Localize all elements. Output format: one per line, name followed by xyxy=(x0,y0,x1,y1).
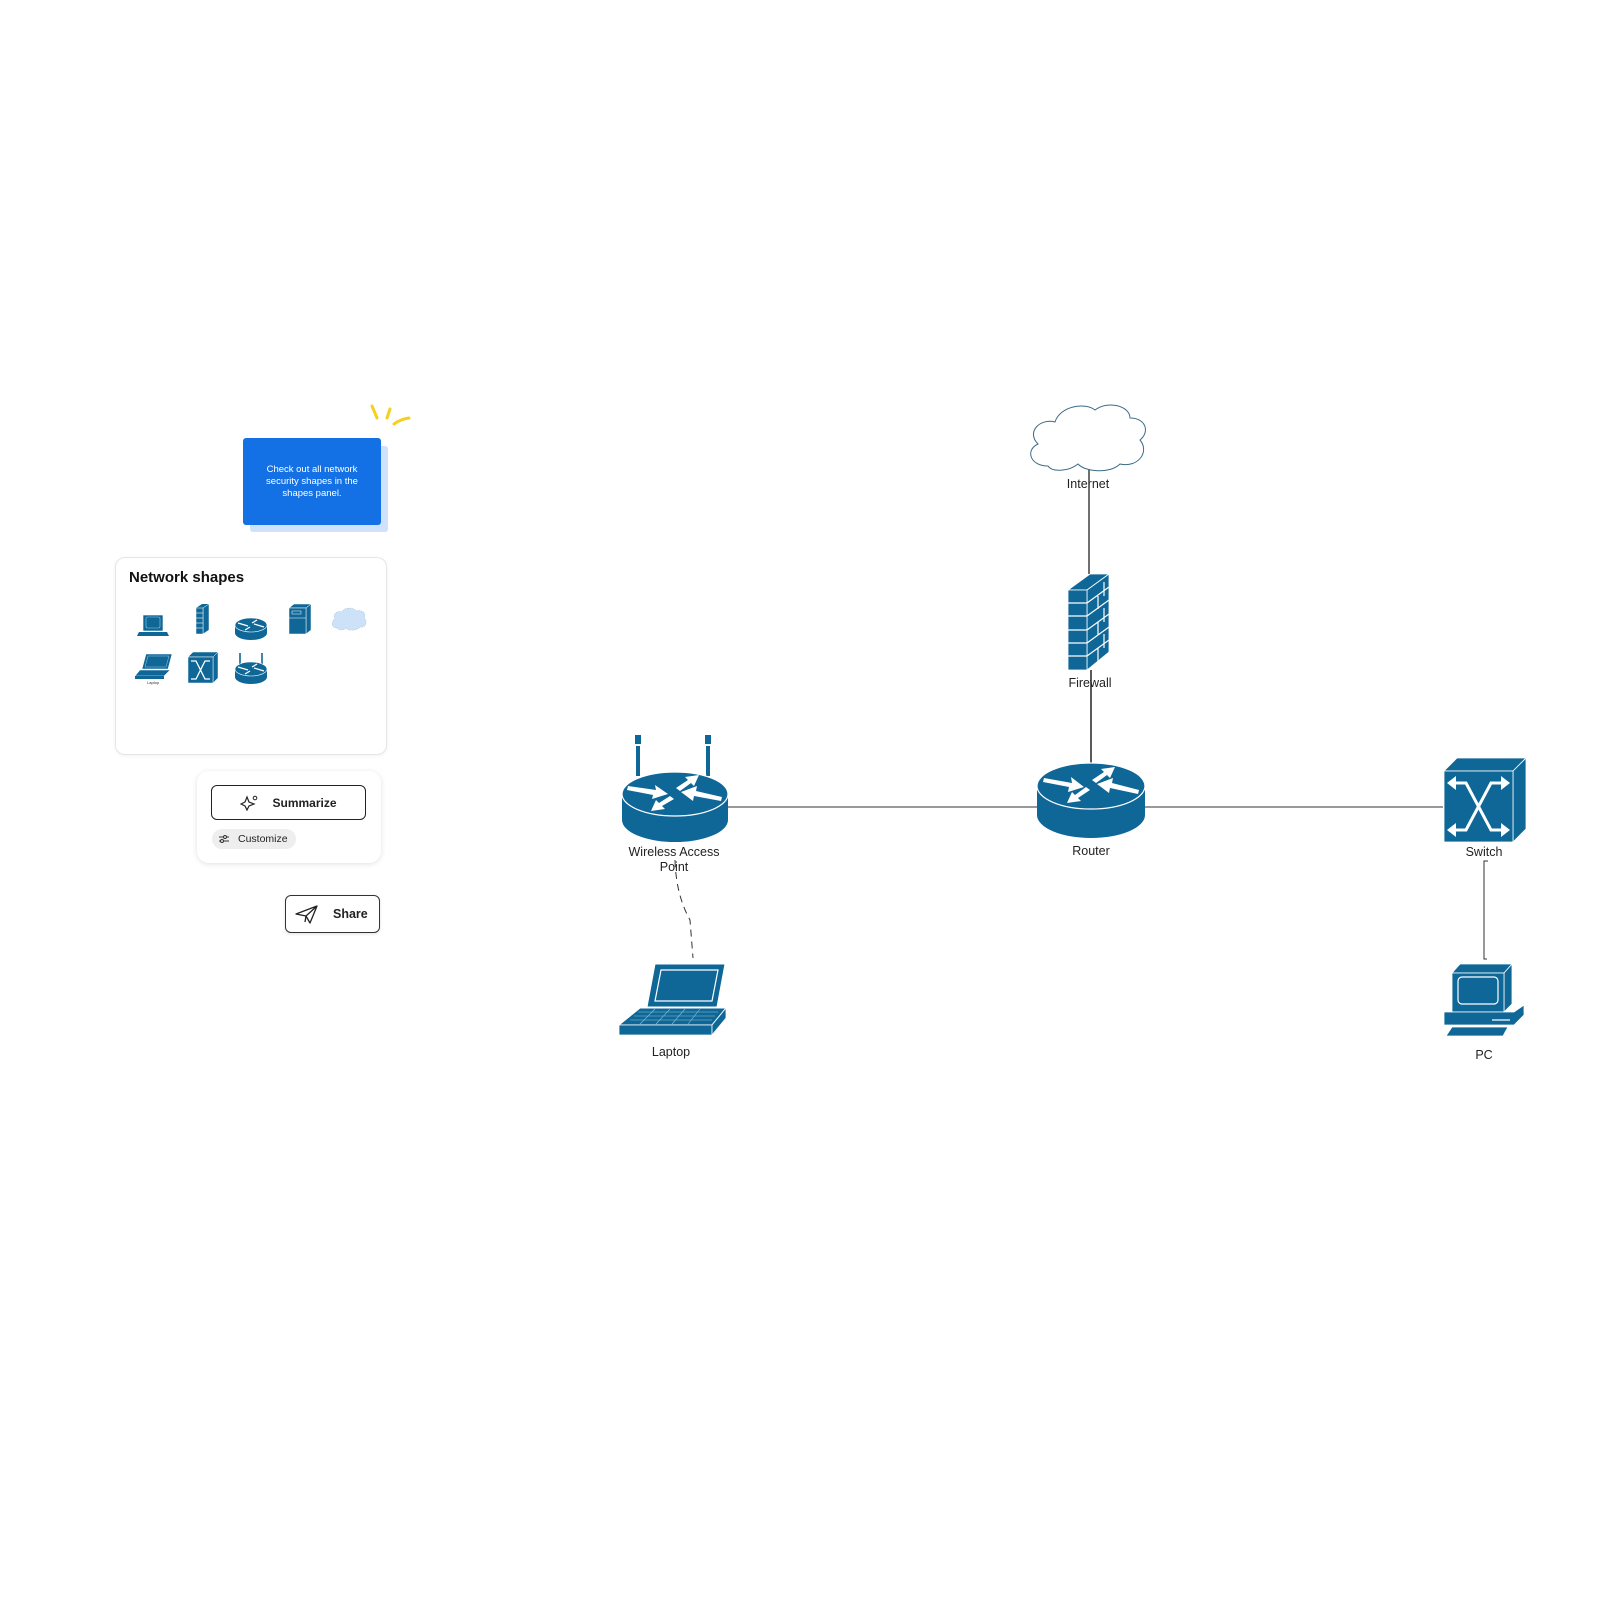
firewall-icon[interactable] xyxy=(194,603,212,636)
sparkle-icon xyxy=(240,794,258,811)
wap-label-line-2: Point xyxy=(659,860,689,874)
pc-icon[interactable] xyxy=(137,613,171,639)
firewall-node[interactable] xyxy=(1066,573,1111,671)
pc-node[interactable] xyxy=(1443,962,1525,1037)
wireless-access-point-icon xyxy=(621,735,729,842)
network-shapes-panel: Network shapes Laptop xyxy=(115,557,387,755)
cloud-icon xyxy=(1030,404,1146,472)
switch-label: Switch xyxy=(1465,845,1503,859)
internet-node[interactable] xyxy=(1030,404,1146,472)
wireless-access-point-node[interactable] xyxy=(621,735,729,842)
cloud-icon[interactable] xyxy=(330,606,368,634)
laptop-node[interactable] xyxy=(617,963,728,1037)
pc-icon xyxy=(1443,962,1525,1037)
sparkle-accent-icon xyxy=(370,404,411,426)
wap-label-line-1: Wireless Access xyxy=(628,845,720,859)
laptop-caption: Laptop xyxy=(147,680,160,685)
router-icon[interactable] xyxy=(233,613,269,641)
customize-button[interactable]: Customize xyxy=(212,829,296,849)
laptop-label: Laptop xyxy=(651,1045,691,1059)
laptop-icon[interactable] xyxy=(134,652,174,680)
wireless-access-point-icon[interactable] xyxy=(233,651,269,685)
share-label: Share xyxy=(333,907,368,921)
edge-switch-pc[interactable] xyxy=(1483,860,1488,960)
wireless-access-point-label: Wireless Access Point xyxy=(629,845,720,875)
firewall-label: Firewall xyxy=(1068,676,1112,690)
paper-plane-icon xyxy=(295,905,318,924)
sticky-note-text: Check out all network security shapes in… xyxy=(266,463,358,499)
router-icon xyxy=(1036,762,1146,838)
firewall-icon xyxy=(1066,573,1111,671)
switch-icon[interactable] xyxy=(186,651,220,685)
internet-label: Internet xyxy=(1066,477,1110,491)
server-icon[interactable] xyxy=(286,603,314,637)
laptop-icon xyxy=(617,963,728,1037)
ai-actions-card: Summarize Customize xyxy=(197,771,381,863)
router-label: Router xyxy=(1072,844,1110,858)
pc-label: PC xyxy=(1475,1048,1493,1062)
sliders-icon xyxy=(219,835,229,843)
customize-label: Customize xyxy=(238,833,288,845)
connectors xyxy=(674,470,1488,960)
summarize-button[interactable]: Summarize xyxy=(211,785,366,820)
share-button[interactable]: Share xyxy=(285,895,380,933)
sticky-note[interactable]: Check out all network security shapes in… xyxy=(243,438,381,525)
switch-node[interactable] xyxy=(1443,757,1527,843)
switch-icon xyxy=(1443,757,1527,843)
summarize-label: Summarize xyxy=(272,795,337,810)
panel-title: Network shapes xyxy=(129,569,245,586)
router-node[interactable] xyxy=(1036,762,1146,838)
